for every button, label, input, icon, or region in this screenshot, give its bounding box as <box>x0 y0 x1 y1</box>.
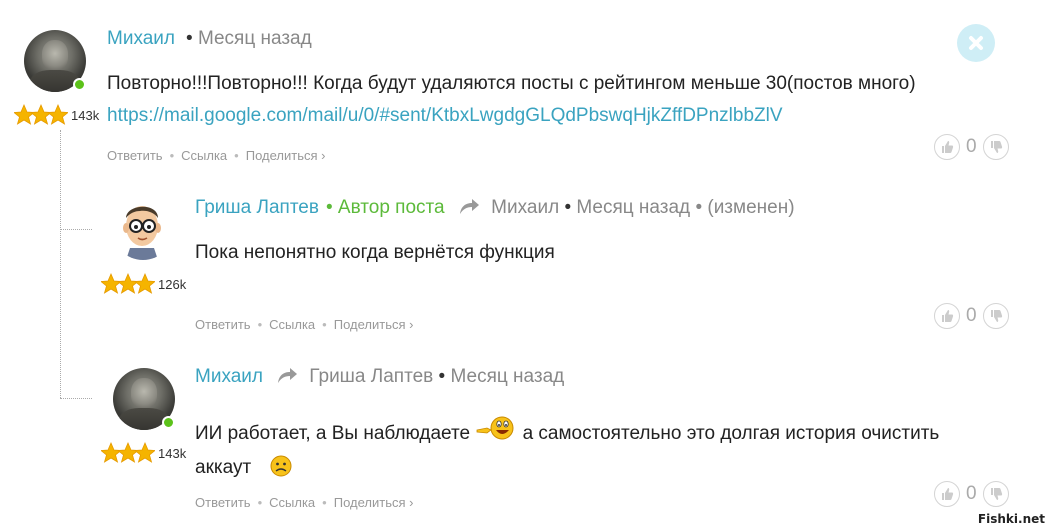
share-button[interactable]: Поделиться › <box>246 148 326 163</box>
thread-connector <box>60 130 61 398</box>
online-indicator <box>162 416 175 429</box>
comment-author[interactable]: Михаил <box>195 366 263 388</box>
comment-author[interactable]: Михаил <box>107 28 175 50</box>
meta-separator: • <box>438 366 446 387</box>
comment-text: Пока непонятно когда вернётся функция <box>195 242 555 263</box>
comment-time[interactable]: Месяц назад <box>450 366 564 387</box>
cartoon-avatar-icon <box>123 206 161 260</box>
vote-count: 0 <box>966 136 977 157</box>
comment-link[interactable]: https://mail.google.com/mail/u/0/#sent/K… <box>107 105 783 126</box>
reply-arrow-icon <box>278 368 297 383</box>
thread-connector <box>60 398 92 399</box>
comment-meta: • Месяц назад <box>186 28 312 50</box>
rating-stars <box>14 104 68 128</box>
author-badge: • Автор поста <box>326 197 445 218</box>
rating-stars <box>101 442 155 466</box>
comment-actions: Ответить • Ссылка • Поделиться › <box>107 148 326 163</box>
meta-separator: • <box>564 197 572 218</box>
thumb-up-icon <box>942 310 954 322</box>
close-icon <box>969 36 983 50</box>
comment-time[interactable]: Месяц назад <box>198 28 312 49</box>
link-button[interactable]: Ссылка <box>181 148 227 163</box>
comment-text-part: а самостоятельно это долгая история очис… <box>522 423 940 444</box>
thumb-up-icon <box>942 141 954 153</box>
rating-value: 126k <box>158 277 187 292</box>
reply-button[interactable]: Ответить <box>195 495 251 510</box>
watermark: Fishki.net <box>977 512 1045 526</box>
thread-connector <box>60 229 92 230</box>
comment-meta: Гриша Лаптев • Месяц назад <box>272 366 564 388</box>
reply-button[interactable]: Ответить <box>195 317 251 332</box>
dislike-button[interactable] <box>982 481 1009 507</box>
comment-actions: Ответить • Ссылка • Поделиться › <box>195 495 414 510</box>
meta-separator: • <box>186 28 193 49</box>
comment-author[interactable]: Гриша Лаптев <box>195 197 319 219</box>
dislike-button[interactable] <box>982 134 1009 160</box>
rating-stars <box>101 273 155 297</box>
close-button[interactable] <box>957 24 995 62</box>
sad-smiley-icon <box>270 455 292 487</box>
like-button[interactable] <box>934 481 960 507</box>
reply-arrow-icon <box>459 199 479 214</box>
like-button[interactable] <box>934 303 960 329</box>
vote-count: 0 <box>966 305 977 326</box>
comment-actions: Ответить • Ссылка • Поделиться › <box>195 317 414 332</box>
edited-label: • (изменен) <box>695 197 795 218</box>
comment-text-part: аккаут <box>195 457 252 478</box>
link-button[interactable]: Ссылка <box>269 495 315 510</box>
comment-text: ИИ работает, а Вы наблюдаете а самостоят… <box>195 415 939 487</box>
pointing-smiley-icon <box>475 415 517 453</box>
reply-button[interactable]: Ответить <box>107 148 163 163</box>
avatar[interactable] <box>112 198 174 260</box>
online-indicator <box>73 78 86 91</box>
thumb-up-icon <box>942 488 954 500</box>
vote-widget: 0 <box>934 303 1009 329</box>
share-button[interactable]: Поделиться › <box>334 317 414 332</box>
comment-text: Повторно!!!Повторно!!! Когда будут удаля… <box>107 68 916 132</box>
thumb-down-icon <box>990 310 1002 322</box>
thumb-down-icon <box>990 488 1002 500</box>
vote-widget: 0 <box>934 481 1009 507</box>
reply-to-user[interactable]: Гриша Лаптев <box>309 366 433 387</box>
comment-time[interactable]: Месяц назад <box>576 197 690 218</box>
rating-value: 143k <box>71 108 100 123</box>
reply-to-user[interactable]: Михаил <box>491 197 559 218</box>
comment-text-part: ИИ работает, а Вы наблюдаете <box>195 423 471 444</box>
vote-count: 0 <box>966 483 977 504</box>
comment-text-content: Повторно!!!Повторно!!! Когда будут удаля… <box>107 73 916 94</box>
thumb-down-icon <box>990 141 1002 153</box>
like-button[interactable] <box>934 134 960 160</box>
rating-value: 143k <box>158 446 187 461</box>
vote-widget: 0 <box>934 134 1009 160</box>
comment-meta: • Автор поста Михаил • Месяц назад • (из… <box>326 197 795 219</box>
link-button[interactable]: Ссылка <box>269 317 315 332</box>
share-button[interactable]: Поделиться › <box>334 495 414 510</box>
dislike-button[interactable] <box>982 303 1009 329</box>
